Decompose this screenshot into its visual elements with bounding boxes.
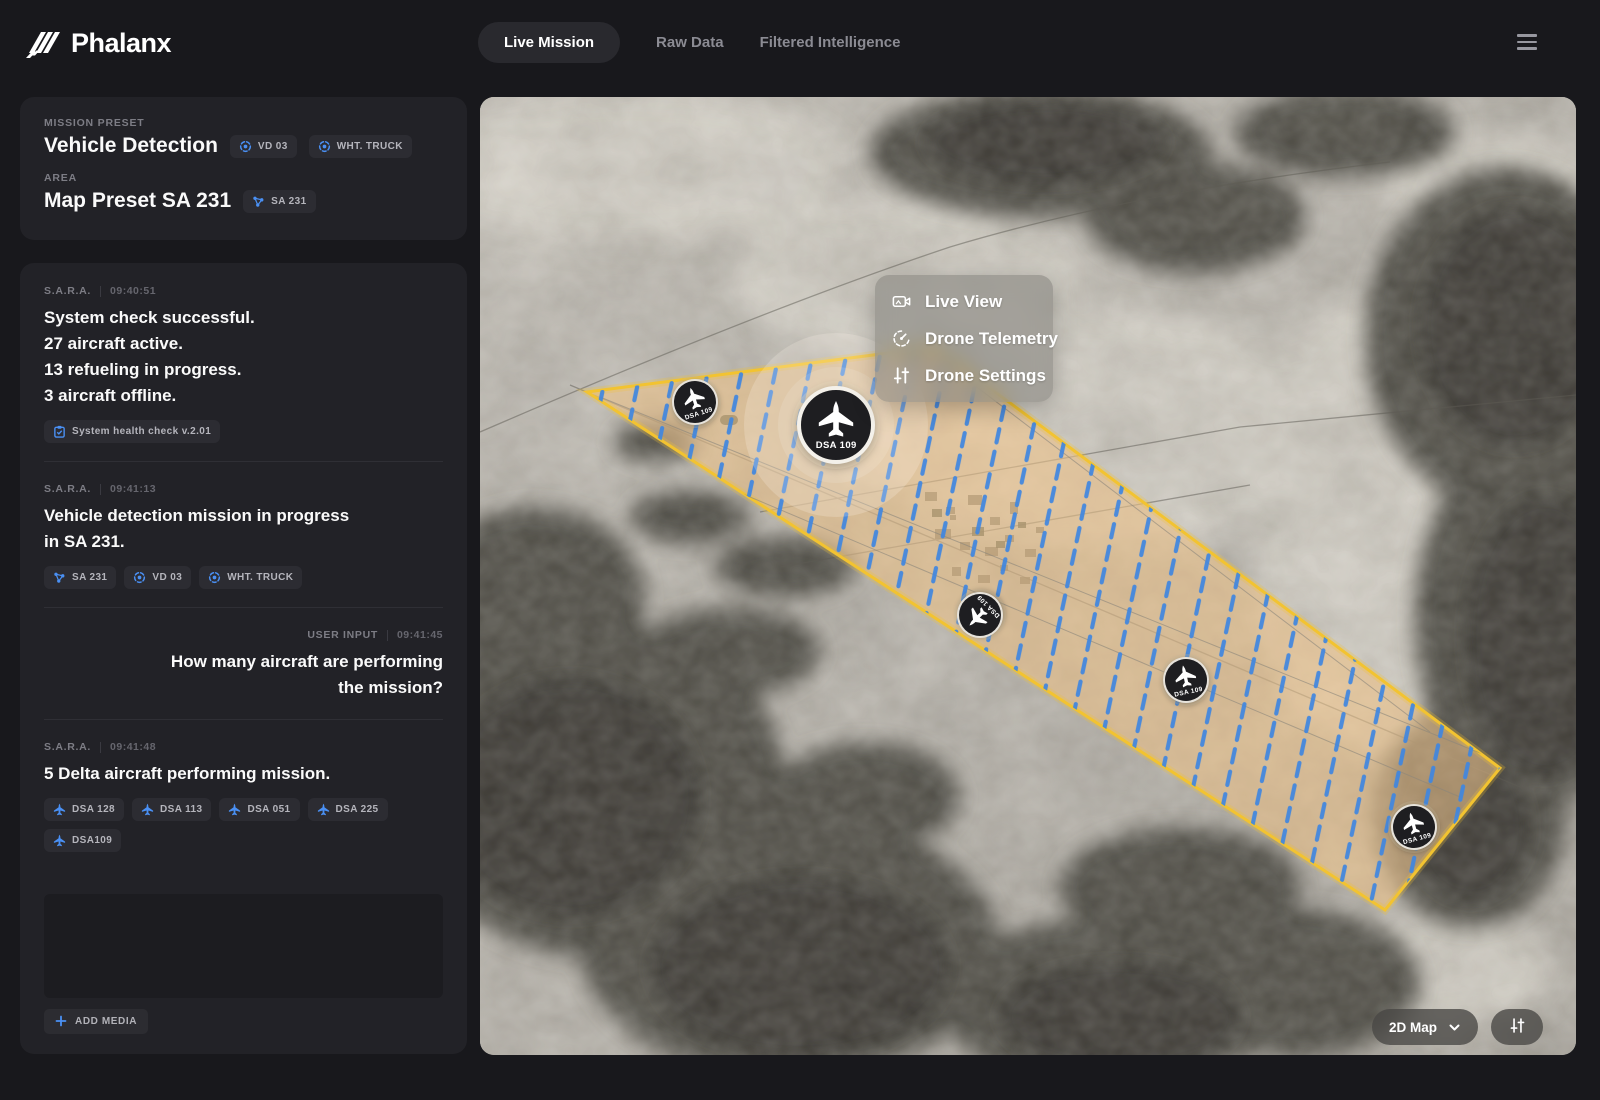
message-timestamp: 09:41:13 bbox=[110, 483, 156, 495]
plane-icon bbox=[53, 834, 66, 847]
divider bbox=[44, 719, 443, 720]
clipboard-check-icon bbox=[53, 425, 66, 438]
assistant-message: S.A.R.A. 09:40:51 System check successful.… bbox=[44, 285, 443, 443]
polygon-icon bbox=[53, 571, 66, 584]
message-timestamp: 09:40:51 bbox=[110, 285, 156, 297]
tag-chip[interactable]: VD 03 bbox=[124, 566, 191, 589]
area-label: AREA bbox=[44, 172, 443, 184]
tab-filtered-intelligence[interactable]: Filtered Intelligence bbox=[760, 22, 901, 63]
crosshair-icon bbox=[133, 571, 146, 584]
gauge-icon bbox=[891, 328, 912, 349]
message-timestamp: 09:41:48 bbox=[110, 741, 156, 753]
menu-icon[interactable] bbox=[1517, 34, 1537, 50]
divider bbox=[100, 286, 101, 297]
assistant-message: S.A.R.A. 09:41:48 5 Delta aircraft perform… bbox=[44, 741, 443, 852]
satellite-map[interactable]: DSA 109 DSA 109 DSA 109 DSA 109 DSA 109 … bbox=[480, 97, 1576, 1055]
mission-preset-label: MISSION PRESET bbox=[44, 117, 443, 129]
area-title: Map Preset SA 231 bbox=[44, 189, 231, 213]
plane-icon bbox=[53, 803, 66, 816]
message-timestamp: 09:41:45 bbox=[397, 629, 443, 641]
sliders-icon bbox=[891, 365, 912, 386]
tag-chip[interactable]: SA 231 bbox=[243, 190, 315, 213]
phalanx-logo-icon bbox=[22, 26, 62, 60]
mission-panel: MISSION PRESET Vehicle Detection VD 03 W… bbox=[20, 97, 467, 240]
menu-item-drone-telemetry[interactable]: Drone Telemetry bbox=[885, 320, 1043, 357]
message-text: How many aircraft are performingthe miss… bbox=[44, 649, 443, 701]
plane-icon bbox=[317, 803, 330, 816]
map-mode-dropdown[interactable]: 2D Map bbox=[1372, 1009, 1478, 1045]
chat-panel: S.A.R.A. 09:40:51 System check successful.… bbox=[20, 263, 467, 1054]
message-text: System check successful.27 aircraft acti… bbox=[44, 305, 443, 409]
plane-icon bbox=[141, 803, 154, 816]
message-text: 5 Delta aircraft performing mission. bbox=[44, 761, 443, 787]
terrain-art bbox=[480, 97, 1576, 1055]
mission-preset-title: Vehicle Detection bbox=[44, 134, 218, 158]
tag-chip[interactable]: DSA 225 bbox=[308, 798, 388, 821]
tag-chip[interactable]: WHT. TRUCK bbox=[309, 135, 412, 158]
tag-chip[interactable]: DSA 128 bbox=[44, 798, 124, 821]
tag-chip[interactable]: DSA 113 bbox=[132, 798, 211, 821]
assistant-message: S.A.R.A. 09:41:13 Vehicle detection missio… bbox=[44, 483, 443, 589]
message-sender: USER INPUT bbox=[307, 629, 378, 641]
user-message: USER INPUT 09:41:45 How many aircraft are … bbox=[44, 629, 443, 701]
tab-live-mission[interactable]: Live Mission bbox=[478, 22, 620, 63]
drone-context-menu: Live View Drone Telemetry Drone Settings bbox=[875, 275, 1053, 402]
chat-input[interactable] bbox=[44, 894, 443, 998]
tag-chip[interactable]: VD 03 bbox=[230, 135, 297, 158]
tag-chip[interactable]: SA 231 bbox=[44, 566, 116, 589]
brand-name: Phalanx bbox=[71, 28, 171, 59]
top-bar: Phalanx Live Mission Raw Data Filtered I… bbox=[0, 0, 1600, 97]
drone-id: DSA 109 bbox=[816, 440, 857, 451]
crosshair-icon bbox=[318, 140, 331, 153]
divider bbox=[44, 461, 443, 462]
crosshair-icon bbox=[239, 140, 252, 153]
message-text: Vehicle detection mission in progressin … bbox=[44, 503, 443, 555]
map-settings-button[interactable] bbox=[1491, 1009, 1543, 1045]
tag-chip[interactable]: WHT. TRUCK bbox=[199, 566, 302, 589]
crosshair-icon bbox=[208, 571, 221, 584]
menu-item-drone-settings[interactable]: Drone Settings bbox=[885, 357, 1043, 394]
chevron-down-icon bbox=[1448, 1021, 1461, 1034]
tag-chip[interactable]: DSA 051 bbox=[219, 798, 299, 821]
add-media-button[interactable]: ADD MEDIA bbox=[44, 1009, 148, 1034]
plane-icon bbox=[816, 399, 856, 439]
menu-item-live-view[interactable]: Live View bbox=[885, 283, 1043, 320]
plus-icon bbox=[55, 1015, 68, 1028]
drone-marker-selected[interactable]: DSA 109 bbox=[797, 386, 875, 464]
divider bbox=[44, 607, 443, 608]
tag-chip[interactable]: System health check v.2.01 bbox=[44, 420, 220, 443]
message-sender: S.A.R.A. bbox=[44, 483, 91, 495]
main-nav: Live Mission Raw Data Filtered Intellige… bbox=[478, 22, 900, 63]
polygon-icon bbox=[252, 195, 265, 208]
plane-icon bbox=[228, 803, 241, 816]
sliders-icon bbox=[1508, 1016, 1527, 1038]
message-sender: S.A.R.A. bbox=[44, 285, 91, 297]
tag-chip[interactable]: DSA109 bbox=[44, 829, 121, 852]
tab-raw-data[interactable]: Raw Data bbox=[656, 22, 724, 63]
divider bbox=[100, 742, 101, 753]
brand-logo: Phalanx bbox=[22, 26, 171, 60]
chat-message-list: S.A.R.A. 09:40:51 System check successful.… bbox=[44, 285, 443, 870]
video-icon bbox=[891, 291, 912, 312]
divider bbox=[100, 484, 101, 495]
divider bbox=[387, 630, 388, 641]
message-sender: S.A.R.A. bbox=[44, 741, 91, 753]
